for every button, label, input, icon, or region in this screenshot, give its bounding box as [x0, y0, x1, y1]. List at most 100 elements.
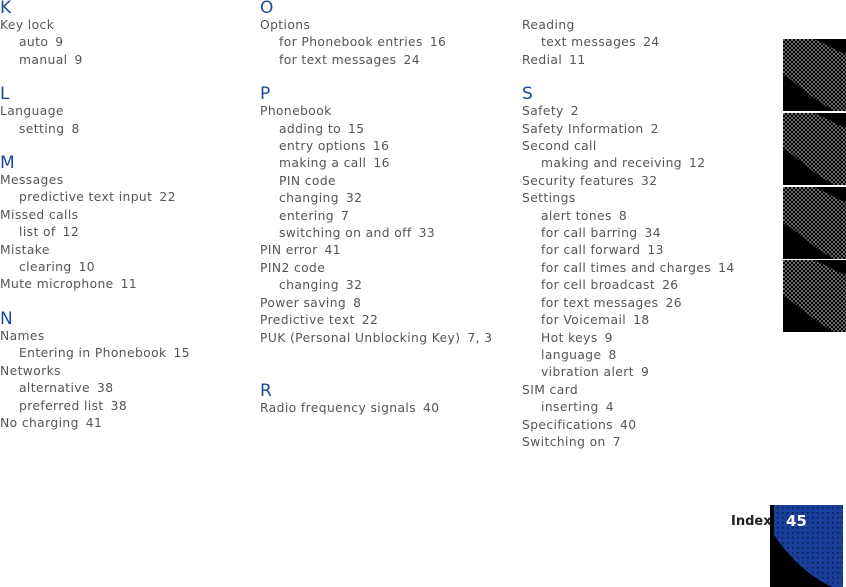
entry-text: making a call	[279, 156, 367, 171]
page-number: 45	[786, 512, 807, 530]
index-entry: Key lock	[0, 17, 250, 34]
entry-text: Missed calls	[0, 207, 79, 222]
page-reference: 32	[345, 191, 363, 206]
page-reference: 11	[120, 277, 138, 292]
entry-text: Names	[0, 328, 45, 343]
page-reference: 26	[665, 295, 682, 310]
page-reference: 34	[644, 226, 661, 241]
index-entry: Second call	[522, 138, 772, 155]
index-entry: Safety 2	[522, 103, 772, 120]
page-reference: 8	[608, 347, 617, 362]
page-reference: 32	[345, 278, 363, 293]
index-subentry: entering 7	[260, 208, 515, 225]
page-reference: 7	[341, 208, 350, 223]
entry-text: changing	[279, 278, 339, 293]
thumb-tab	[783, 187, 846, 259]
entry-text: Radio frequency signals	[260, 400, 417, 415]
index-subentry: for call barring 34	[522, 225, 772, 242]
index-entry: Networks	[0, 363, 250, 380]
page-reference: 2	[570, 104, 579, 119]
index-entry: Redial 11	[522, 52, 772, 69]
entry-text: PUK (Personal Unblocking Key)	[260, 330, 461, 345]
entry-text: making and receiving	[541, 156, 682, 171]
page-reference: 7, 3	[467, 330, 493, 345]
entry-text: Predictive text	[260, 313, 355, 328]
page-reference: 22	[159, 190, 176, 205]
entry-text: list of	[19, 225, 56, 240]
index-subentry: alternative 38	[0, 380, 250, 397]
entry-text: for text messages	[279, 52, 397, 67]
index-column-3: Reading text messages 24 Redial 11 S Safety 2 Sa…	[522, 0, 772, 451]
index-entry: Power saving 8	[260, 295, 515, 312]
index-subentry: adding to 15	[260, 121, 515, 138]
index-subentry: clearing 10	[0, 259, 250, 276]
entry-text: Key lock	[0, 18, 55, 32]
entry-text: clearing	[19, 260, 72, 275]
page-reference: 41	[85, 415, 103, 430]
section-letter: R	[260, 380, 272, 401]
entry-text: Language	[0, 104, 64, 119]
section-letter: N	[0, 308, 13, 329]
section-letter: P	[260, 84, 271, 105]
thumb-tab	[783, 113, 846, 185]
entry-text: Messages	[0, 173, 64, 188]
checker-pattern-icon	[783, 260, 846, 332]
section-letter: O	[260, 0, 274, 18]
index-entry: Radio frequency signals 40	[260, 400, 515, 417]
thumb-tabs	[783, 39, 846, 332]
index-subentry: for call forward 13	[522, 242, 772, 259]
page-reference: 16	[372, 139, 390, 154]
entry-text: preferred list	[19, 398, 104, 413]
index-subentry: Entering in Phonebook 15	[0, 345, 250, 362]
index-entry: Phonebook	[260, 103, 515, 120]
page-reference: 33	[418, 226, 436, 241]
entry-text: Networks	[0, 363, 61, 378]
index-entry: No charging 41	[0, 415, 250, 432]
page-reference: 8	[71, 121, 80, 136]
section-letter-placeholder	[522, 0, 772, 17]
entry-text: Second call	[522, 139, 597, 154]
page-reference: 38	[97, 381, 114, 396]
page-reference: 9	[74, 52, 83, 67]
thumb-tab	[783, 260, 846, 332]
index-entry: Language	[0, 103, 250, 120]
section-letter: K	[0, 0, 12, 18]
checker-pattern-icon	[783, 113, 846, 185]
page-reference: 9	[55, 35, 64, 50]
entry-text: Redial	[522, 52, 563, 67]
entry-text: alternative	[19, 381, 90, 396]
entry-text: switching on and off	[279, 226, 412, 241]
page-reference: 15	[173, 346, 190, 361]
page-reference: 9	[640, 365, 650, 380]
entry-text: adding to	[279, 121, 342, 136]
index-column-1: K Key lock auto 9 manual 9 L Language setting 8 M M…	[0, 0, 250, 432]
page-reference: 8	[618, 208, 628, 223]
entry-text: entry options	[279, 139, 366, 154]
index-subentry: alert tones 8	[522, 208, 772, 225]
index-entry: Mistake	[0, 242, 250, 259]
entry-text: manual	[19, 52, 68, 67]
index-entry: Options	[260, 17, 515, 34]
page-reference: 4	[605, 400, 614, 415]
entry-text: for Phonebook entries	[279, 35, 423, 50]
entry-text: inserting	[541, 400, 599, 415]
page-reference: 32	[641, 173, 658, 188]
page-reference: 38	[110, 398, 128, 413]
index-subentry: Hot keys 9	[522, 330, 772, 347]
entry-text: predictive text input	[19, 190, 153, 205]
page-reference: 7	[612, 434, 621, 449]
entry-text: Power saving	[260, 295, 347, 310]
index-entry: Predictive text 22	[260, 312, 515, 329]
index-subentry: manual 9	[0, 52, 250, 69]
index-subentry: for Voicemail 18	[522, 312, 772, 329]
index-entry: Messages	[0, 172, 250, 189]
page-reference: 13	[647, 243, 664, 258]
page-reference: 40	[619, 417, 637, 432]
entry-text: auto	[19, 35, 49, 50]
entry-text: for call times and charges	[541, 260, 712, 275]
page-reference: 16	[373, 156, 390, 171]
index-subentry: list of 12	[0, 224, 250, 241]
